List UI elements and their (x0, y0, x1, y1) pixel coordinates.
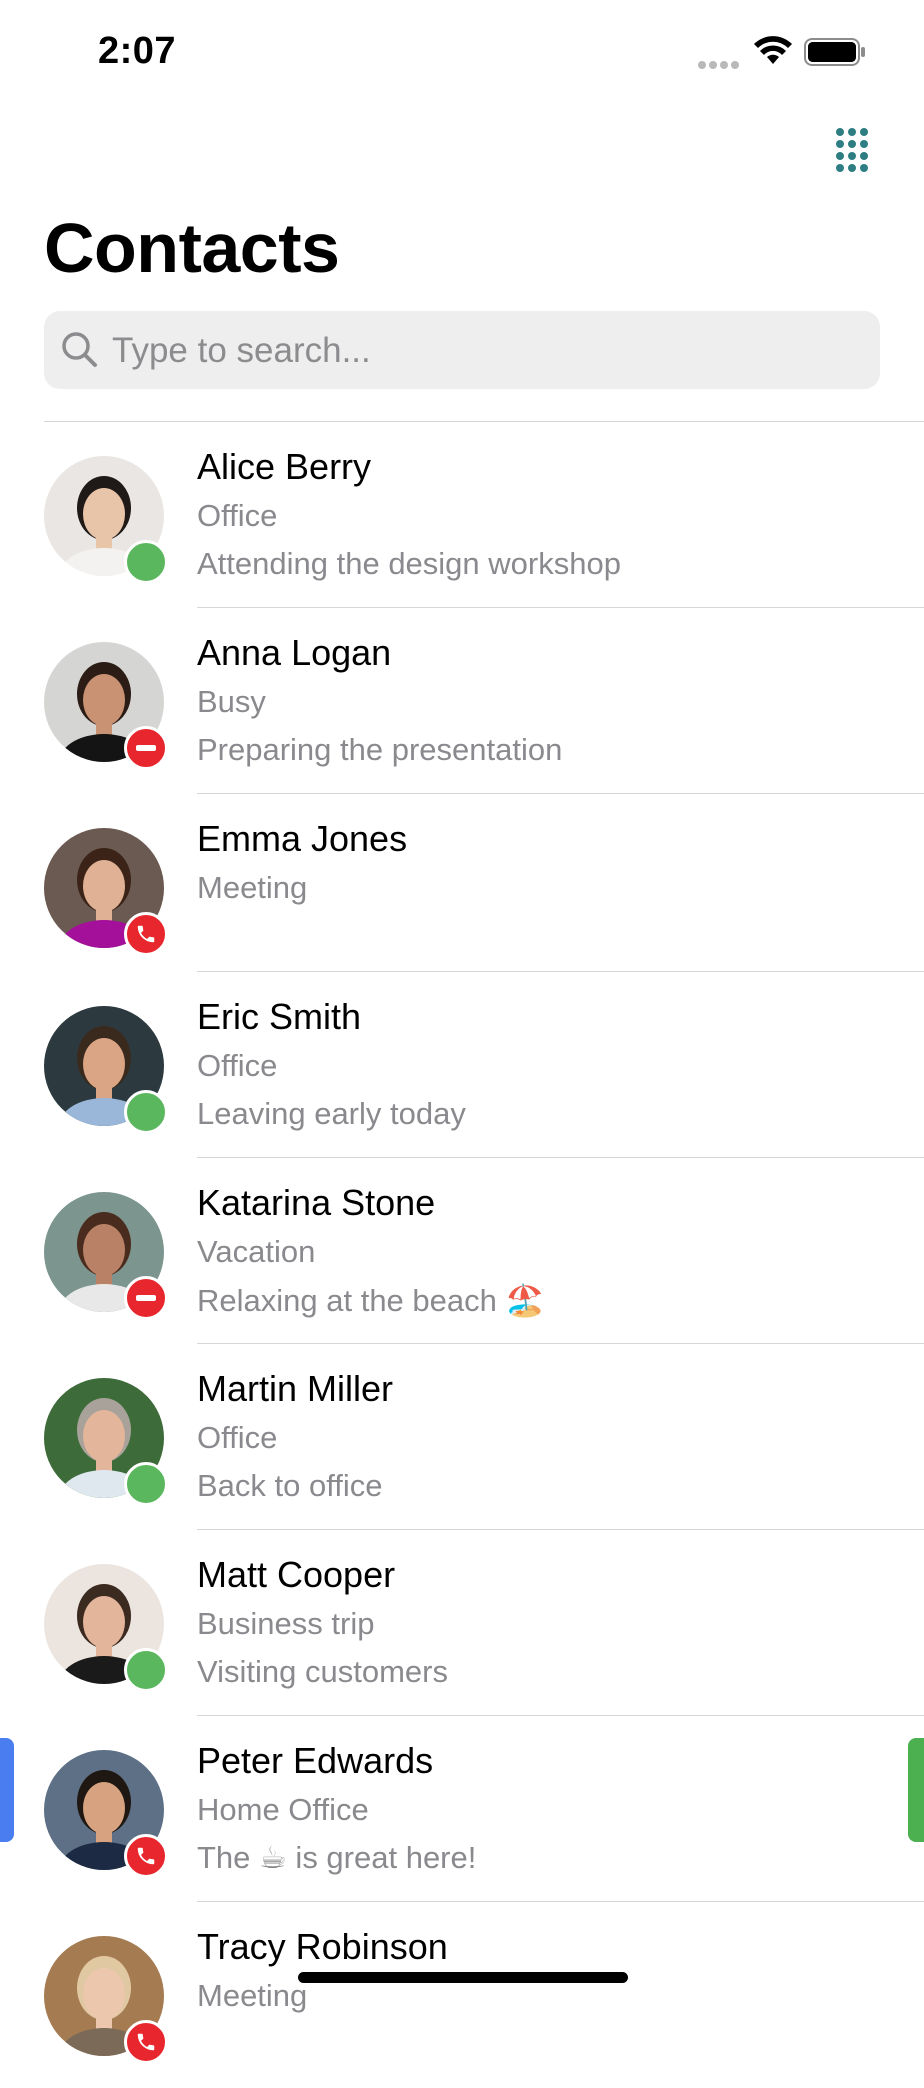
contact-status: Business trip (197, 1606, 375, 1641)
status-call-icon (124, 1834, 168, 1878)
contact-name: Katarina Stone (197, 1182, 436, 1223)
status-available-icon (124, 540, 168, 584)
home-indicator (298, 1972, 628, 1983)
contact-note: Preparing the presentation (197, 732, 563, 767)
contact-status: Meeting (197, 870, 308, 905)
status-busy-icon (124, 1276, 168, 1320)
status-busy-icon (124, 726, 168, 770)
status-bar: 2:07 (0, 0, 924, 100)
contact-name: Martin Miller (197, 1368, 394, 1409)
contact-row[interactable]: Katarina Stone Vacation Relaxing at the be… (0, 1158, 924, 1344)
edge-handle-right (908, 1738, 924, 1842)
wifi-icon (754, 36, 792, 71)
contact-note: Back to office (197, 1468, 383, 1503)
search-input[interactable] (110, 311, 854, 391)
contact-name: Alice Berry (197, 446, 372, 487)
status-available-icon (124, 1462, 168, 1506)
page-title: Contacts (44, 209, 340, 287)
contact-row[interactable]: Peter Edwards Home Office The ☕ is great h… (0, 1716, 924, 1902)
status-call-icon (124, 912, 168, 956)
cellular-signal-icon (698, 56, 742, 74)
contact-row[interactable]: Emma Jones Meeting (0, 794, 924, 980)
contact-name: Eric Smith (197, 996, 362, 1037)
contact-name: Anna Logan (197, 632, 392, 673)
contact-status: Office (197, 1420, 278, 1455)
search-icon (60, 330, 100, 375)
edge-handle-left (0, 1738, 14, 1842)
contact-status: Vacation (197, 1234, 316, 1269)
contact-name: Peter Edwards (197, 1740, 434, 1781)
search-bar[interactable] (44, 311, 880, 391)
dialpad-icon[interactable] (836, 128, 872, 172)
contact-note: Relaxing at the beach 🏖️ (197, 1283, 545, 1318)
contact-status: Office (197, 498, 278, 533)
contact-row[interactable]: Eric Smith Office Leaving early today (0, 972, 924, 1158)
battery-icon (804, 38, 866, 71)
contact-note: Visiting customers (197, 1654, 448, 1689)
contact-status: Home Office (197, 1792, 369, 1827)
status-available-icon (124, 1090, 168, 1134)
status-call-icon (124, 2020, 168, 2064)
contact-status: Busy (197, 684, 266, 719)
contact-row[interactable]: Anna Logan Busy Preparing the presentation (0, 608, 924, 794)
status-time: 2:07 (98, 30, 177, 72)
contact-note: Attending the design workshop (197, 546, 621, 581)
contact-status: Meeting (197, 1978, 308, 2013)
contact-row[interactable]: Alice Berry Office Attending the design wo… (0, 422, 924, 608)
contact-name: Matt Cooper (197, 1554, 396, 1595)
contact-name: Tracy Robinson (197, 1926, 448, 1967)
contact-row[interactable]: Matt Cooper Business trip Visiting custome… (0, 1530, 924, 1716)
contact-name: Emma Jones (197, 818, 408, 859)
contact-row[interactable]: Martin Miller Office Back to office (0, 1344, 924, 1530)
contact-row[interactable]: Tracy Robinson Meeting (0, 1902, 924, 2088)
contact-status: Office (197, 1048, 278, 1083)
contact-note: The ☕ is great here! (197, 1840, 477, 1875)
status-available-icon (124, 1648, 168, 1692)
contact-note: Leaving early today (197, 1096, 466, 1131)
